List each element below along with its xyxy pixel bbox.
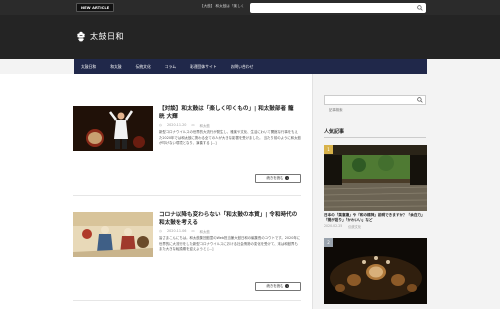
popular-article-card[interactable]: 2	[324, 238, 427, 304]
popular-thumbnail[interactable]: 2	[324, 238, 427, 304]
nav-item-home[interactable]: 太鼓日和	[74, 59, 103, 74]
article-date: 2020.11.20	[166, 123, 187, 127]
article-body: コロナ以降も変わらない「和太鼓の本質」| 令和時代の和太鼓を考える ◷ 2020…	[159, 212, 301, 253]
read-more-label: 続きを読む	[266, 176, 284, 180]
main-nav: 太鼓日和 和太鼓 伝統文化 コラム 彩運団体サイト お問い合わせ	[74, 59, 427, 74]
site-title: 太鼓日和	[90, 31, 124, 41]
nav-item-wadaiko[interactable]: 和太鼓	[103, 59, 128, 74]
main-content: 【対談】和太鼓は「楽しく叩くもの」| 和太鼓部者 籠 晄 大輝 ◷ 2020.1…	[0, 74, 312, 309]
nav-item-contact[interactable]: お問い合わせ	[224, 59, 261, 74]
sidebar: 人気記事 1 日本の「美意識」や「和の精神」説明できますか？「余白力」「間が語り…	[312, 74, 500, 309]
sidebar-search-box	[324, 95, 426, 114]
article-divider	[73, 195, 301, 196]
popular-article-category[interactable]: 伝統文化	[348, 224, 361, 229]
top-search-box	[250, 3, 426, 22]
chevron-right-icon: ›	[285, 284, 290, 288]
top-bar: NEW ARTICLE 【大鼓】 和太鼓は「楽しく	[0, 0, 500, 22]
rank-badge: 2	[324, 238, 333, 247]
nav-item-groups[interactable]: 彩運団体サイト	[183, 59, 224, 74]
ukiyoe-illustration	[73, 212, 153, 257]
popular-heading-rule	[324, 137, 426, 138]
article-date: 2020.11.06	[166, 229, 187, 233]
popular-article-date: 2020.02.25	[324, 224, 343, 228]
clock-icon: ◷	[159, 229, 162, 233]
site-logo[interactable]: 太鼓日和	[75, 30, 124, 42]
popular-article-title[interactable]: 日本の「美意識」や「和の精神」説明できますか？「余白力」「間が語り」「かわいい」…	[324, 213, 427, 223]
read-more-label: 続きを読む	[266, 284, 284, 288]
search-icon[interactable]	[417, 97, 423, 103]
read-more-button[interactable]: 続きを読む ›	[255, 282, 301, 291]
article-meta: ◷ 2020.11.20 ▭ 和太鼓	[159, 123, 301, 128]
article-category[interactable]: 和太鼓	[200, 123, 210, 128]
article-card[interactable]: コロナ以降も変わらない「和太鼓の本質」| 令和時代の和太鼓を考える ◷ 2020…	[73, 212, 301, 294]
read-more-button[interactable]: 続きを読む ›	[255, 174, 301, 183]
nav-item-culture[interactable]: 伝統文化	[129, 59, 158, 74]
article-title[interactable]: コロナ以降も変わらない「和太鼓の本質」| 令和時代の和太鼓を考える	[159, 212, 301, 227]
article-thumbnail[interactable]	[73, 106, 153, 151]
taiko-stage-photo	[324, 238, 427, 304]
article-excerpt: 新型コロナウイルスの世界的大流行が発生し、雅楽や文化、生活にわいて開館な行事をも…	[159, 130, 301, 146]
popular-article-meta: 2020.02.25 伝統文化	[324, 224, 427, 229]
article-body: 【対談】和太鼓は「楽しく叩くもの」| 和太鼓部者 籠 晄 大輝 ◷ 2020.1…	[159, 106, 301, 147]
chevron-right-icon: ›	[285, 176, 290, 180]
logo-crest-icon	[77, 31, 85, 42]
article-category[interactable]: 和太鼓	[200, 229, 210, 234]
article-card[interactable]: 【対談】和太鼓は「楽しく叩くもの」| 和太鼓部者 籠 晄 大輝 ◷ 2020.1…	[73, 106, 301, 186]
article-meta: ◷ 2020.11.06 ▭ 和太鼓	[159, 229, 301, 234]
drummer-photo	[73, 106, 153, 151]
news-ticker[interactable]: 【大鼓】 和太鼓は「楽しく	[200, 4, 244, 9]
popular-thumbnail[interactable]: 1	[324, 145, 427, 211]
article-title[interactable]: 【対談】和太鼓は「楽しく叩くもの」| 和太鼓部者 籠 晄 大輝	[159, 106, 301, 121]
sidebar-search-input[interactable]	[325, 106, 415, 114]
folder-icon: ▭	[191, 123, 195, 127]
clock-icon: ◷	[159, 123, 162, 127]
popular-article-card[interactable]: 1 日本の「美意識」や「和の精神」説明できますか？「余白力」「間が語り」「かわい…	[324, 145, 427, 229]
popular-heading: 人気記事	[324, 129, 345, 135]
folder-icon: ▭	[191, 229, 195, 233]
article-divider	[73, 300, 301, 301]
site-header: 太鼓日和	[0, 15, 500, 59]
temple-garden-photo	[324, 145, 427, 211]
nav-item-column[interactable]: コラム	[158, 59, 183, 74]
article-excerpt: 皆さまこんにちは。和太鼓集団鼓童のWeb担当兼大鼓日和の編集長のユウトです。20…	[159, 236, 301, 252]
new-article-badge[interactable]: NEW ARTICLE	[76, 3, 115, 12]
article-thumbnail[interactable]	[73, 212, 153, 257]
rank-badge: 1	[324, 145, 333, 154]
search-icon[interactable]	[417, 5, 423, 11]
